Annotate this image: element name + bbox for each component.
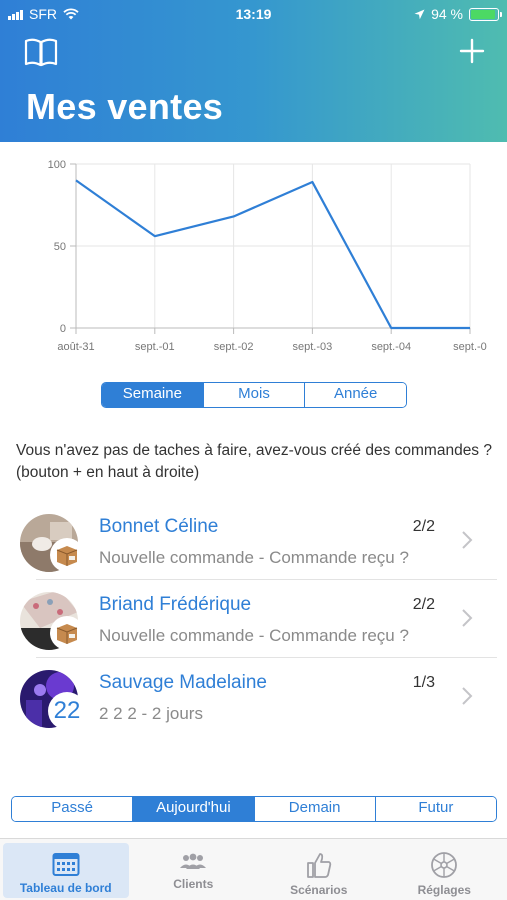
chevron-right-icon <box>462 609 473 627</box>
chevron-right-icon <box>462 687 473 705</box>
settings-wheel-icon <box>431 852 458 878</box>
day-option-futur[interactable]: Futur <box>374 797 496 821</box>
tab-label: Clients <box>173 877 214 891</box>
task-subtitle: Nouvelle commande - Commande reçu ? <box>99 626 409 645</box>
task-subtitle: 2 2 2 - 2 jours <box>99 704 203 723</box>
tab-label: Scénarios <box>290 883 348 897</box>
series-line <box>75 179 470 330</box>
customer-name: Bonnet Céline <box>99 516 219 537</box>
package-icon <box>50 538 84 572</box>
tab-label: Tableau de bord <box>19 881 112 895</box>
empty-tasks-message: Vous n'avez pas de taches à faire, avez-… <box>16 442 492 481</box>
x-tick-label: sept.-0 <box>453 341 487 353</box>
orders-list: Bonnet Céline 2/2 Nouvelle commande - Co… <box>0 502 507 736</box>
thumbs-up-icon <box>306 853 331 878</box>
package-icon <box>50 616 84 650</box>
day-option-passe[interactable]: Passé <box>12 797 133 821</box>
list-item[interactable]: Briand Frédérique 2/2 Nouvelle commande … <box>0 580 507 658</box>
y-tick-label: 50 <box>54 241 66 253</box>
period-option-mois[interactable]: Mois <box>202 383 305 407</box>
plus-icon[interactable] <box>459 38 485 64</box>
x-tick-label: sept.-02 <box>214 341 254 353</box>
customer-name: Sauvage Madelaine <box>99 672 267 693</box>
book-icon[interactable] <box>24 36 58 68</box>
day-selector: Passé Aujourd'hui Demain Futur <box>11 796 497 822</box>
period-option-annee[interactable]: Année <box>304 383 406 407</box>
task-count: 2/2 <box>412 518 435 535</box>
period-selector: Semaine Mois Année <box>101 382 407 408</box>
task-count: 1/3 <box>412 674 435 691</box>
chevron-right-icon <box>462 531 473 549</box>
x-tick-label: sept.-01 <box>135 341 175 353</box>
tab-clients[interactable]: Clients <box>131 839 257 900</box>
battery-percent: 94 % <box>431 6 463 22</box>
customer-name: Briand Frédérique <box>99 594 252 615</box>
tab-tableau-de-bord[interactable]: Tableau de bord <box>3 843 129 898</box>
x-tick-label: sept.-03 <box>293 341 333 353</box>
page-title: Mes ventes <box>26 86 224 127</box>
x-tick-label: août-31 <box>57 341 94 353</box>
header: SFR 13:19 94 % Mes ventes <box>0 0 507 142</box>
y-tick-label: 0 <box>60 323 66 335</box>
task-subtitle: Nouvelle commande - Commande reçu ? <box>99 548 409 567</box>
date-badge: 22 <box>48 692 86 730</box>
people-icon <box>180 853 207 869</box>
day-option-aujourdhui[interactable]: Aujourd'hui <box>132 797 254 821</box>
tab-label: Réglages <box>417 883 471 897</box>
location-arrow-icon <box>414 9 425 19</box>
list-item[interactable]: 22 Sauvage Madelaine 1/3 2 2 2 - 2 jours <box>0 658 507 736</box>
tab-scenarios[interactable]: Scénarios <box>256 839 382 900</box>
tab-bar: Tableau de bord Clients Scénarios Réglag… <box>0 838 507 900</box>
status-bar: SFR 13:19 94 % <box>0 0 507 30</box>
task-count: 2/2 <box>412 596 435 613</box>
period-option-semaine[interactable]: Semaine <box>102 383 203 407</box>
tab-reglages[interactable]: Réglages <box>382 839 507 900</box>
sales-line-chart: 100 50 0 août-31 sept.-01 sept.-02 sept.-03 sep… <box>48 159 487 353</box>
y-tick-label: 100 <box>48 159 66 171</box>
day-option-demain[interactable]: Demain <box>253 797 375 821</box>
list-item[interactable]: Bonnet Céline 2/2 Nouvelle commande - Co… <box>0 502 507 580</box>
battery-icon <box>469 7 502 21</box>
x-tick-label: sept.-04 <box>371 341 411 353</box>
calendar-icon <box>52 853 80 876</box>
